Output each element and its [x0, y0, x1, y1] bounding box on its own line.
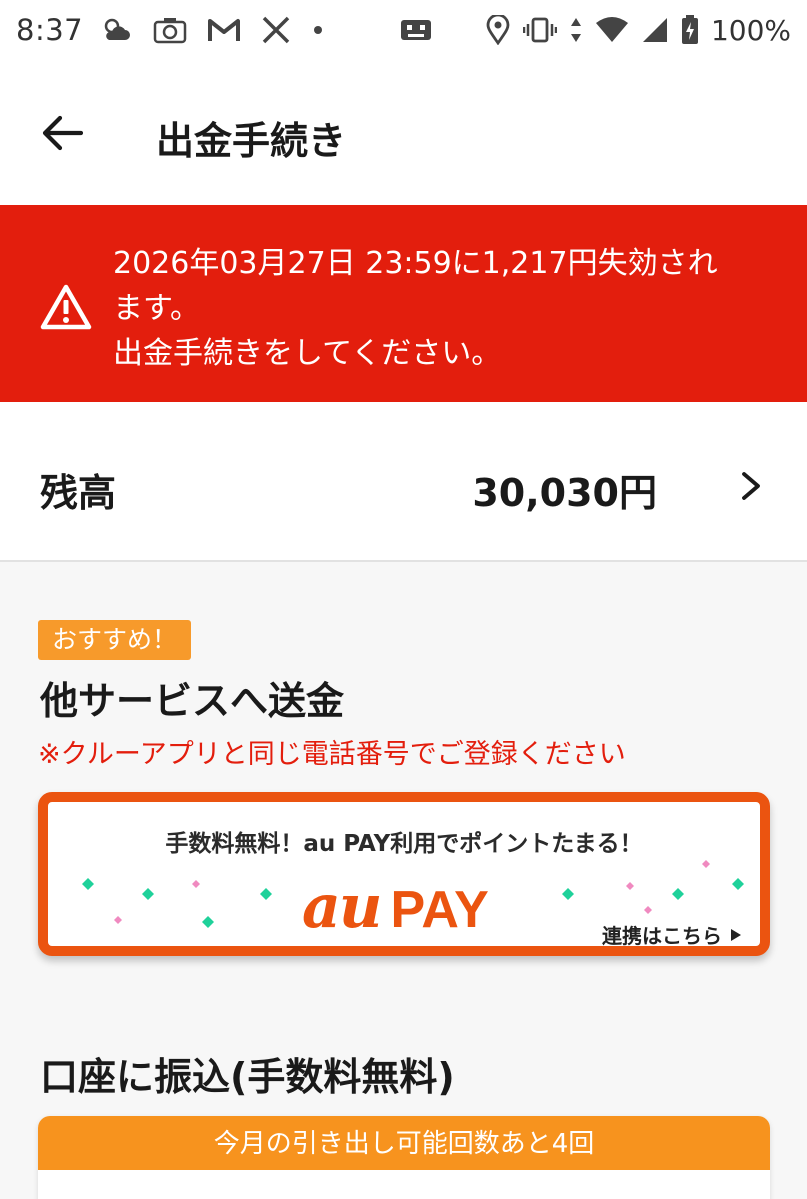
page-title: 出金手続き	[156, 119, 347, 163]
vibrate-icon	[522, 16, 557, 44]
expiration-alert: 2026年03月27日 23:59に1,217円失効され ます。 出金手続きをし…	[0, 205, 807, 402]
arrow-left-icon	[42, 115, 83, 151]
alert-line-1: 2026年03月27日 23:59に1,217円失効され	[113, 246, 718, 281]
battery-icon	[681, 15, 699, 45]
chevron-right-icon	[742, 472, 760, 500]
status-notification-icons	[101, 16, 325, 44]
status-time: 8:37	[16, 13, 84, 47]
transfer-note: ※クルーアプリと同じ電話番号でご登録ください	[38, 739, 626, 770]
wifi-icon	[595, 17, 629, 43]
location-icon	[485, 15, 511, 45]
alert-message: 2026年03月27日 23:59に1,217円失効され ます。 出金手続きをし…	[113, 241, 753, 376]
back-button[interactable]	[32, 106, 92, 160]
dot-icon	[311, 23, 325, 37]
signal-icon	[641, 16, 669, 44]
balance-label: 残高	[40, 471, 117, 515]
aupay-logo-pay: PAY	[390, 881, 489, 939]
aupay-banner[interactable]: 手数料無料！au PAY利用でポイントたまる！ au PAY 連携はこちら	[38, 792, 770, 956]
gmail-icon	[207, 17, 241, 43]
recommended-badge: おすすめ！	[38, 620, 192, 660]
alert-line-3: 出金手続きをしてください。	[113, 336, 502, 371]
balance-value: 30,030円	[472, 471, 657, 515]
x-icon	[261, 16, 291, 44]
aupay-logo-au: au	[302, 872, 382, 942]
bank-section-title: 口座に振込(手数料無料)	[40, 1055, 455, 1099]
withdrawal-count-header: 今月の引き出し可能回数あと4回	[38, 1116, 770, 1170]
aupay-tagline: 手数料無料！au PAY利用でポイントたまる！	[165, 831, 643, 857]
weather-icon	[101, 16, 133, 44]
battery-percent: 100%	[710, 13, 791, 47]
status-system-icons: 100%	[399, 14, 791, 47]
balance-row[interactable]: 残高 30,030円	[0, 402, 807, 562]
app-header: 出金手続き	[0, 60, 807, 205]
camera-icon	[153, 16, 187, 44]
data-icon	[569, 16, 583, 44]
aupay-link[interactable]: 連携はこちら	[602, 920, 742, 948]
warning-icon	[40, 284, 92, 330]
aupay-link-label: 連携はこちら	[602, 924, 722, 948]
alert-line-2: ます。	[113, 291, 200, 326]
aupay-logo: au PAY	[302, 872, 489, 942]
bank-card: 今月の引き出し可能回数あと4回	[38, 1116, 770, 1199]
play-arrow-icon	[731, 928, 741, 941]
transfer-section-title: 他サービスへ送金	[40, 679, 345, 723]
status-bar: 8:37 100%	[0, 0, 807, 60]
screen-record-icon	[399, 17, 433, 43]
